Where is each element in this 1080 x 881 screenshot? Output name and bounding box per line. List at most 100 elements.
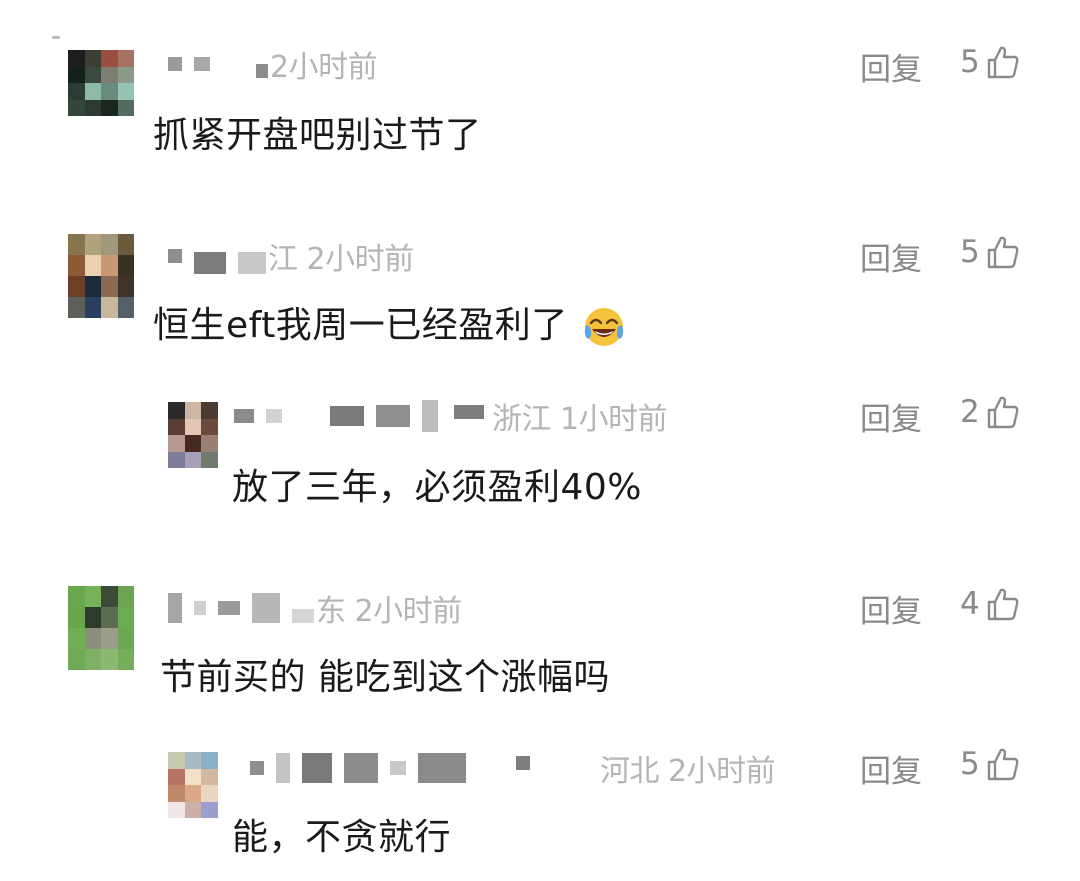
avatar-pixel: [201, 768, 218, 785]
thumbs-up-icon: [987, 588, 1019, 621]
avatar-pixel: [68, 649, 85, 670]
corner-mark: [52, 36, 60, 39]
reply-button[interactable]: 回复: [860, 234, 922, 279]
avatar[interactable]: [68, 234, 134, 318]
like-count: 4: [960, 586, 980, 622]
like-count: 5: [960, 746, 980, 782]
blurred-username: [418, 753, 466, 783]
avatar-pixel: [117, 234, 134, 255]
avatar-pixel: [117, 586, 134, 607]
avatar[interactable]: [68, 50, 134, 116]
like-button[interactable]: 5: [960, 44, 1020, 80]
comment-text: 放了三年，必须盈利40%: [232, 467, 643, 508]
avatar-pixel: [168, 435, 185, 452]
avatar-pixel: [117, 628, 134, 649]
comment-text: 抓紧开盘吧别过节了: [153, 115, 482, 156]
avatar-pixel: [68, 83, 85, 100]
avatar[interactable]: [168, 402, 218, 468]
avatar-pixel: [168, 801, 185, 818]
blurred-username: [218, 601, 240, 615]
avatar-pixel: [101, 255, 118, 276]
blurred-username: [390, 761, 406, 775]
like-count: 2: [960, 394, 980, 430]
comment-meta: 江 2小时前: [168, 236, 414, 277]
comment-location-time: 浙江 1小时前: [492, 402, 668, 437]
avatar-pixel: [101, 649, 118, 670]
avatar-pixel: [68, 234, 85, 255]
blurred-username: [252, 593, 280, 623]
blurred-username: [516, 756, 530, 770]
face-with-tears-of-joy-emoji: [584, 308, 623, 346]
thumbs-up-icon: [987, 46, 1019, 79]
avatar-pixel: [184, 801, 202, 818]
avatar-pixel: [84, 297, 101, 318]
avatar-pixel: [117, 297, 134, 318]
comment-text: 能，不贪就行: [232, 817, 452, 858]
avatar-pixel: [84, 50, 101, 67]
avatar-pixel: [68, 297, 85, 318]
avatar-pixel: [84, 66, 101, 83]
avatar-pixel: [68, 276, 85, 297]
avatar-pixel: [101, 234, 118, 255]
comment-meta: 河北 2小时前: [250, 748, 776, 789]
blurred-username: [422, 400, 438, 432]
blurred-username: [168, 593, 182, 623]
avatar-pixel: [101, 99, 118, 116]
avatar-pixel: [68, 66, 85, 83]
avatar-pixel: [168, 451, 185, 468]
like-count: 5: [960, 44, 980, 80]
reply-button[interactable]: 回复: [860, 44, 922, 89]
like-button[interactable]: 2: [960, 394, 1020, 430]
avatar-pixel: [84, 649, 101, 670]
avatar-pixel: [101, 607, 118, 628]
blurred-username: [168, 249, 182, 263]
reply-button[interactable]: 回复: [860, 394, 922, 439]
thumbs-up-icon: [987, 748, 1019, 781]
avatar-pixel: [201, 451, 218, 468]
avatar-pixel: [101, 297, 118, 318]
avatar[interactable]: [68, 586, 134, 670]
like-button[interactable]: 5: [960, 746, 1020, 782]
avatar[interactable]: [168, 752, 218, 818]
comment-text: 恒生eft我周一已经盈利了: [153, 296, 626, 349]
blurred-username: [194, 601, 206, 615]
avatar-pixel: [168, 768, 185, 785]
avatar-pixel: [84, 255, 101, 276]
avatar-pixel: [68, 255, 85, 276]
avatar-pixel: [101, 276, 118, 297]
avatar-pixel: [168, 418, 185, 435]
avatar-pixel: [84, 234, 101, 255]
avatar-pixel: [84, 586, 101, 607]
reply-button[interactable]: 回复: [860, 586, 922, 631]
comment-location-time: 江 2小时前: [268, 242, 414, 277]
avatar-pixel: [184, 402, 202, 419]
avatar-pixel: [117, 66, 134, 83]
blurred-username: [276, 753, 290, 783]
blurred-username: [194, 57, 210, 71]
avatar-pixel: [117, 276, 134, 297]
like-button[interactable]: 5: [960, 234, 1020, 270]
avatar-pixel: [117, 607, 134, 628]
blurred-username: [256, 64, 268, 78]
like-count: 5: [960, 234, 980, 270]
comment-location-time: 东 2小时前: [316, 594, 462, 629]
reply-button[interactable]: 回复: [860, 746, 922, 791]
avatar-pixel: [117, 83, 134, 100]
avatar-pixel: [184, 418, 202, 435]
avatar-pixel: [168, 752, 185, 769]
comment-text: 节前买的 能吃到这个涨幅吗: [160, 657, 610, 698]
avatar-pixel: [184, 785, 202, 802]
avatar-pixel: [101, 66, 118, 83]
avatar-pixel: [201, 418, 218, 435]
avatar-pixel: [184, 768, 202, 785]
like-button[interactable]: 4: [960, 586, 1020, 622]
avatar-pixel: [201, 785, 218, 802]
blurred-username: [250, 761, 264, 775]
avatar-pixel: [101, 586, 118, 607]
avatar-pixel: [68, 586, 85, 607]
avatar-pixel: [201, 752, 218, 769]
blurred-username: [234, 409, 254, 423]
blurred-username: [454, 405, 484, 419]
avatar-pixel: [101, 50, 118, 67]
comment-meta: 东 2小时前: [168, 588, 462, 629]
